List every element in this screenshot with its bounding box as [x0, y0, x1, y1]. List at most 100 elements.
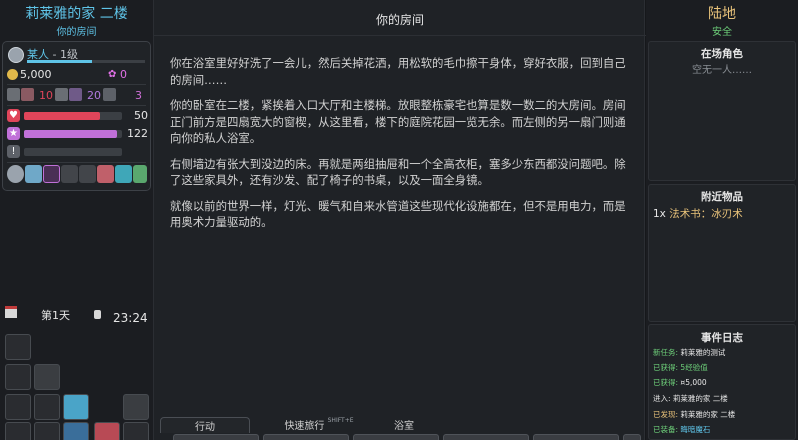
nearby-items-box: 附近物品 1x 法术书：冰刃术 — [648, 184, 796, 322]
moon-icon[interactable] — [133, 165, 147, 183]
story-paragraph: 你的卧室在二楼，紧挨着入口大厅和主楼梯。放眼整栋豪宅也算是数一数二的大房间。房间… — [170, 98, 626, 145]
room-description: 你在浴室里好好洗了一会儿，然后关掉花洒，用松软的毛巾擦干身体，穿好衣服，回到自己… — [170, 55, 628, 240]
day-label: 第1天 — [41, 309, 70, 322]
calendar-icon — [5, 306, 17, 318]
log-detail: ¤5,000 — [680, 378, 707, 387]
inventory-slot[interactable] — [123, 422, 149, 440]
tab-label: 行动 — [195, 422, 215, 433]
brain-icon — [55, 88, 68, 101]
tab-shortcut: SHIFT+E — [327, 417, 354, 424]
attribute-physique-value: 10 — [39, 89, 53, 102]
health-bar — [24, 112, 122, 120]
tab-label: 快速旅行 — [284, 421, 325, 432]
log-key: 已获得: — [653, 363, 679, 372]
log-detail: 晦暗魔石 — [680, 425, 711, 434]
inventory-slot[interactable] — [5, 394, 31, 420]
item-name: 法术书：冰刃术 — [669, 208, 743, 220]
gender-icon[interactable] — [43, 165, 60, 183]
left-panel: 莉莱雅的家 二楼 你的房间 某人 - 1级 5,000 ✿ 0 10 20 3 — [0, 0, 153, 440]
log-entry: 已获得: 5经验值 — [653, 362, 708, 373]
safety-label: 安全 — [712, 27, 732, 38]
log-key: 新任务: — [653, 348, 679, 357]
present-none: 空无一人…… — [692, 65, 752, 76]
location-subtitle: 你的房间 — [56, 27, 97, 38]
mana-bar — [24, 130, 122, 138]
gem-value: 0 — [120, 68, 127, 81]
bolt-icon[interactable] — [97, 165, 114, 183]
present-header: 在场角色 — [701, 48, 743, 60]
feather-icon[interactable] — [79, 165, 96, 183]
inventory-slot-leg-item[interactable] — [123, 394, 149, 420]
experience-bar — [27, 60, 145, 63]
tab-bathroom[interactable]: 浴室 — [354, 417, 454, 433]
log-key: 已装备: — [653, 425, 679, 434]
tab-actions[interactable]: 行动 — [160, 417, 250, 433]
action-button[interactable] — [173, 434, 259, 440]
time-label: 23:24 — [113, 311, 148, 325]
log-header: 事件日志 — [701, 332, 743, 344]
wings-icon — [103, 88, 116, 101]
item-qty: 1x — [653, 208, 666, 220]
attribute-arcane[interactable]: 20 — [55, 88, 101, 102]
mana-fill — [24, 130, 118, 138]
arcane-stack-icon — [69, 88, 82, 101]
action-tabs: 行动 快速旅行 SHIFT+E 浴室 — [159, 417, 641, 440]
mana-value: 122 — [127, 127, 148, 140]
inventory-slot-gem-item[interactable] — [63, 394, 89, 420]
inventory-slot[interactable] — [5, 364, 31, 390]
avatar-status-icon[interactable] — [7, 165, 24, 183]
action-button[interactable] — [353, 434, 439, 440]
inventory-slot[interactable] — [5, 422, 31, 440]
inventory-slot[interactable] — [5, 334, 31, 360]
inventory-slot-ban-item[interactable] — [94, 422, 120, 440]
log-detail: 莉莱雅的测试 — [680, 348, 726, 357]
attribute-corruption[interactable]: 3 — [103, 88, 147, 102]
action-button[interactable] — [443, 434, 529, 440]
heart-stack-icon — [21, 88, 34, 101]
inventory-slot[interactable] — [34, 422, 60, 440]
action-button[interactable] — [623, 434, 641, 440]
inventory-slot-leg-item[interactable] — [34, 364, 60, 390]
chevron-icon[interactable] — [115, 165, 132, 183]
inventory-slot[interactable] — [34, 394, 60, 420]
log-key: 已发现: — [653, 410, 679, 419]
experience-fill — [27, 60, 92, 63]
attribute-physique[interactable]: 10 — [7, 88, 53, 102]
gem-icon: ✿ — [108, 69, 117, 80]
room-title: 你的房间 — [375, 13, 424, 27]
divider — [7, 162, 146, 163]
health-row[interactable]: ♥ 50 — [7, 109, 148, 123]
event-log-box: 事件日志 新任务: 莉莱雅的测试 已获得: 5经验值 已获得: ¤5,000 进… — [648, 324, 796, 440]
stamina-row[interactable]: ! — [7, 145, 148, 159]
character-panel[interactable]: 某人 - 1级 5,000 ✿ 0 10 20 3 ♥ 50 ★ 122 ! — [2, 41, 151, 191]
character-name[interactable]: 某人 - 1级 — [27, 46, 145, 61]
inventory-slot-gem-item[interactable] — [63, 422, 89, 440]
divider — [154, 35, 646, 36]
log-entry: 已获得: ¤5,000 — [653, 377, 707, 388]
status-effects — [7, 165, 149, 185]
inventory-grid — [3, 333, 153, 440]
log-entry: 进入: 莉莱雅的家 二楼 — [653, 393, 728, 404]
log-entry: 新任务: 莉莱雅的测试 — [653, 347, 725, 358]
avatar-icon[interactable] — [8, 47, 24, 63]
log-entry: 已装备: 晦暗魔石 — [653, 424, 710, 435]
terrain-label: 陆地 — [708, 6, 736, 22]
action-button[interactable] — [263, 434, 349, 440]
heart-icon: ♥ — [7, 109, 20, 122]
action-button[interactable] — [533, 434, 619, 440]
mana-row[interactable]: ★ 122 — [7, 127, 148, 141]
log-detail: 莉莱雅的家 二楼 — [672, 394, 728, 403]
divider — [7, 84, 146, 85]
present-characters-box: 在场角色 空无一人…… — [648, 41, 796, 181]
chain-icon[interactable] — [61, 165, 78, 183]
star-icon: ★ — [7, 127, 20, 140]
shield-icon[interactable] — [25, 165, 42, 183]
log-detail: 莉莱雅的家 二楼 — [680, 410, 736, 419]
fist-icon — [7, 88, 20, 101]
coin-icon — [7, 69, 18, 80]
story-paragraph: 就像以前的世界一样，灯光、暖气和自来水管道这些现代化设施都在，但不是用电力，而是… — [170, 198, 626, 230]
nearby-item[interactable]: 1x 法术书：冰刃术 — [653, 206, 743, 221]
story-paragraph: 右侧墙边有张大到没边的床。再就是两组抽屉和一个全高衣柜，塞多少东西都没问题吧。除… — [170, 156, 626, 188]
potion-icon: ! — [7, 145, 20, 158]
clock-area: 第1天 23:24 — [0, 302, 153, 330]
